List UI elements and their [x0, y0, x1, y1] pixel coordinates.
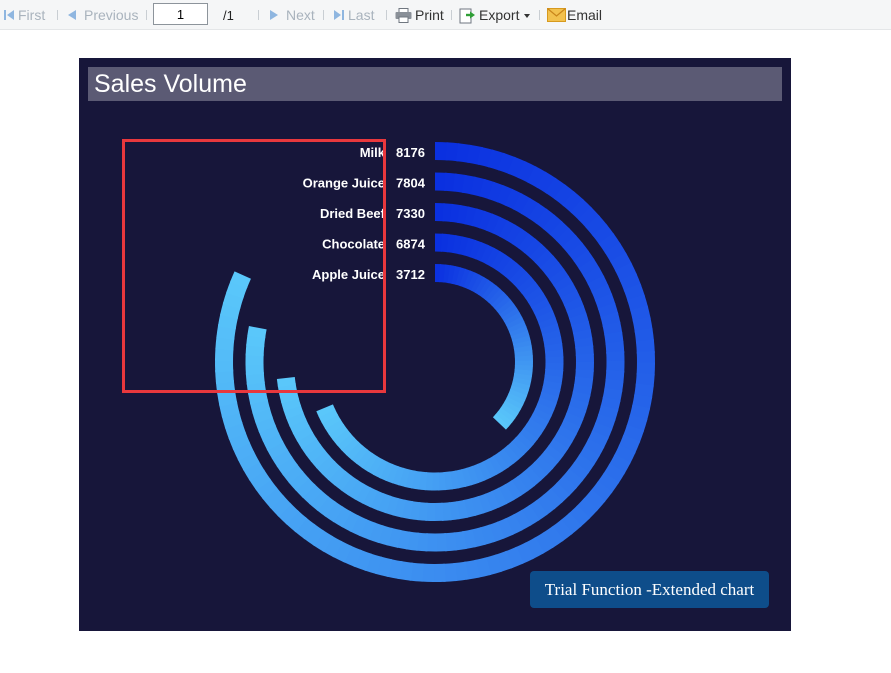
first-page-label: First	[18, 7, 46, 23]
toolbar-divider	[386, 10, 387, 20]
value-label: 6874	[396, 237, 426, 252]
printer-icon	[395, 7, 412, 23]
value-label: 8176	[396, 145, 425, 160]
export-dropdown[interactable]: Export	[459, 0, 531, 30]
toolbar-divider	[539, 10, 540, 20]
first-page-icon	[4, 10, 14, 20]
toolbar-divider	[258, 10, 259, 20]
chevron-down-icon	[524, 14, 531, 18]
next-page-button[interactable]: Next	[270, 0, 315, 30]
first-page-button[interactable]: First	[4, 0, 45, 30]
radial-bar-segment	[492, 414, 510, 430]
last-page-button[interactable]: Last	[334, 0, 374, 30]
value-label: 7804	[396, 176, 426, 191]
export-icon	[459, 7, 476, 24]
toolbar-divider	[451, 10, 452, 20]
value-label: 3712	[396, 267, 425, 282]
previous-page-icon	[68, 10, 76, 20]
toolbar-divider	[323, 10, 324, 20]
next-page-icon	[270, 10, 278, 20]
trial-watermark: Trial Function -Extended chart	[530, 571, 769, 608]
last-page-icon	[334, 10, 344, 20]
report-toolbar: First Previous /1 Next Last Print	[0, 0, 891, 30]
print-button[interactable]: Print	[395, 0, 444, 30]
email-button[interactable]: Email	[547, 0, 602, 30]
radial-bar-segment	[316, 404, 336, 418]
last-page-label: Last	[348, 7, 375, 23]
envelope-icon	[547, 8, 566, 22]
toolbar-divider	[57, 10, 58, 20]
previous-page-label: Previous	[84, 7, 139, 23]
highlight-box	[122, 139, 386, 393]
value-label: 7330	[396, 206, 425, 221]
toolbar-divider	[146, 10, 147, 20]
next-page-label: Next	[286, 7, 315, 23]
export-label: Export	[479, 7, 520, 23]
previous-page-button[interactable]: Previous	[68, 0, 138, 30]
page-total: /1	[223, 7, 234, 23]
email-label: Email	[567, 7, 603, 23]
page-number-input[interactable]	[153, 3, 208, 25]
print-label: Print	[415, 7, 444, 23]
